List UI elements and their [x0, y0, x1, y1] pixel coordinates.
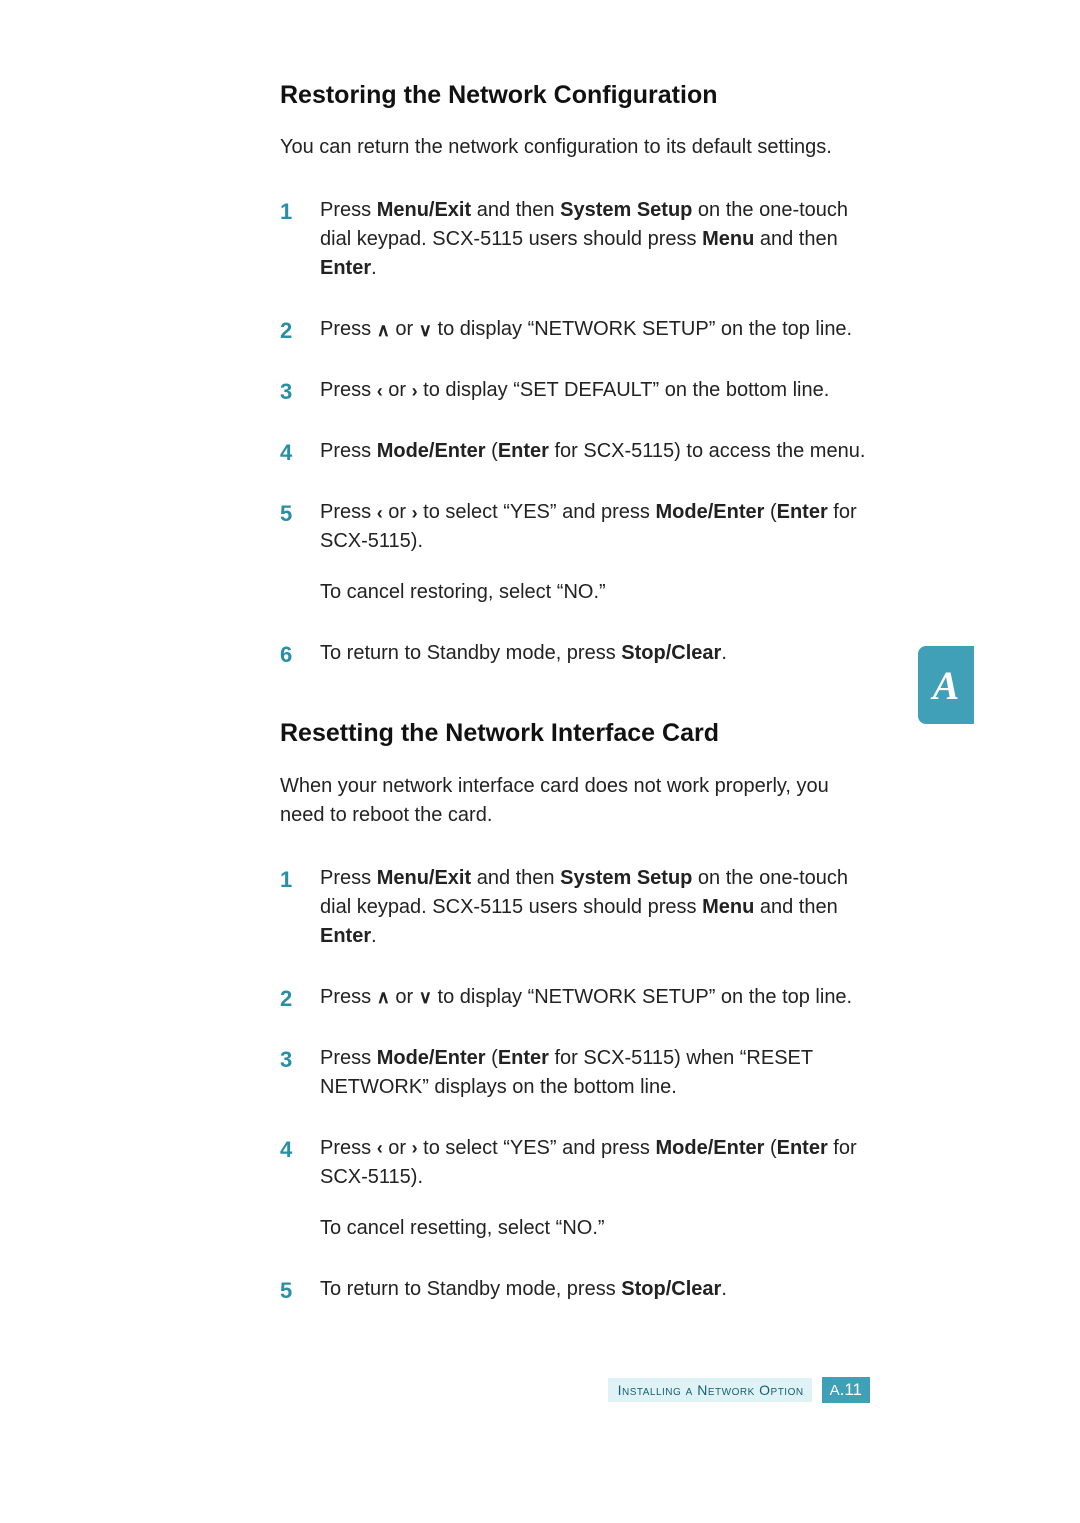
section1-steps: 1 Press Menu/Exit and then System Setup o…: [280, 196, 870, 668]
footer-title: Installing a Network Option: [608, 1378, 812, 1402]
step-number: 6: [280, 639, 292, 671]
step-number: 2: [280, 983, 292, 1015]
right-arrow-icon: ›: [412, 382, 418, 400]
bold-label: Enter: [498, 1047, 549, 1069]
step-text: Press Menu/Exit and then System Setup on…: [320, 867, 848, 947]
step-number: 3: [280, 1044, 292, 1076]
bold-label: System Setup: [560, 199, 692, 221]
up-arrow-icon: ∧: [377, 321, 390, 339]
page-number: 11: [844, 1380, 862, 1399]
step-number: 1: [280, 864, 292, 896]
step-item: 2 Press ∧ or ∨ to display “NETWORK SETUP”…: [280, 315, 870, 344]
left-arrow-icon: ‹: [377, 382, 383, 400]
section2-steps: 1 Press Menu/Exit and then System Setup o…: [280, 864, 870, 1304]
step-text: To return to Standby mode, press Stop/Cl…: [320, 1278, 727, 1300]
bold-label: Menu: [702, 228, 754, 250]
section2-heading: Resetting the Network Interface Card: [280, 718, 870, 749]
step-text: Press Mode/Enter (Enter for SCX-5115) wh…: [320, 1047, 813, 1098]
bold-label: System Setup: [560, 867, 692, 889]
step-number: 4: [280, 437, 292, 469]
step-number: 5: [280, 498, 292, 530]
down-arrow-icon: ∨: [419, 988, 432, 1006]
bold-label: Mode/Enter: [377, 440, 486, 462]
bold-label: Enter: [777, 501, 828, 523]
step-item: 3 Press Mode/Enter (Enter for SCX-5115) w…: [280, 1044, 870, 1102]
bold-label: Mode/Enter: [655, 501, 764, 523]
step-subtext: To cancel resetting, select “NO.”: [320, 1214, 870, 1243]
step-text: Press ‹ or › to select “YES” and press M…: [320, 501, 857, 552]
step-item: 4 Press Mode/Enter (Enter for SCX-5115) t…: [280, 437, 870, 466]
up-arrow-icon: ∧: [377, 988, 390, 1006]
appendix-tab: A: [918, 646, 974, 724]
bold-label: Menu/Exit: [377, 199, 471, 221]
step-item: 2 Press ∧ or ∨ to display “NETWORK SETUP”…: [280, 983, 870, 1012]
step-text: Press ‹ or › to display “SET DEFAULT” on…: [320, 379, 829, 401]
section1-intro: You can return the network configuration…: [280, 133, 870, 162]
bold-label: Stop/Clear: [621, 642, 721, 664]
step-item: 5 To return to Standby mode, press Stop/C…: [280, 1275, 870, 1304]
bold-label: Enter: [320, 257, 371, 279]
step-item: 4 Press ‹ or › to select “YES” and press …: [280, 1134, 870, 1243]
appendix-tab-label: A: [933, 662, 960, 709]
step-text: Press ∧ or ∨ to display “NETWORK SETUP” …: [320, 318, 852, 340]
bold-label: Mode/Enter: [377, 1047, 486, 1069]
right-arrow-icon: ›: [412, 504, 418, 522]
page-prefix: A: [830, 1382, 840, 1399]
bold-label: Enter: [777, 1137, 828, 1159]
step-text: To return to Standby mode, press Stop/Cl…: [320, 642, 727, 664]
section2-intro: When your network interface card does no…: [280, 772, 870, 830]
bold-label: Menu/Exit: [377, 867, 471, 889]
right-arrow-icon: ›: [412, 1139, 418, 1157]
step-item: 3 Press ‹ or › to display “SET DEFAULT” o…: [280, 376, 870, 405]
step-number: 5: [280, 1275, 292, 1307]
left-arrow-icon: ‹: [377, 1139, 383, 1157]
step-number: 3: [280, 376, 292, 408]
step-text: Press Mode/Enter (Enter for SCX-5115) to…: [320, 440, 865, 462]
step-text: Press ‹ or › to select “YES” and press M…: [320, 1137, 857, 1188]
bold-label: Enter: [498, 440, 549, 462]
page-footer: Installing a Network Option A.11: [608, 1377, 870, 1403]
step-text: Press ∧ or ∨ to display “NETWORK SETUP” …: [320, 986, 852, 1008]
step-item: 5 Press ‹ or › to select “YES” and press …: [280, 498, 870, 607]
step-number: 1: [280, 196, 292, 228]
down-arrow-icon: ∨: [419, 321, 432, 339]
bold-label: Mode/Enter: [655, 1137, 764, 1159]
step-item: 1 Press Menu/Exit and then System Setup o…: [280, 864, 870, 951]
step-subtext: To cancel restoring, select “NO.”: [320, 578, 870, 607]
page-number-badge: A.11: [822, 1377, 870, 1403]
step-number: 2: [280, 315, 292, 347]
bold-label: Enter: [320, 925, 371, 947]
step-number: 4: [280, 1134, 292, 1166]
left-arrow-icon: ‹: [377, 504, 383, 522]
bold-label: Menu: [702, 896, 754, 918]
step-item: 6 To return to Standby mode, press Stop/C…: [280, 639, 870, 668]
page: Restoring the Network Configuration You …: [0, 0, 1080, 1523]
bold-label: Stop/Clear: [621, 1278, 721, 1300]
step-item: 1 Press Menu/Exit and then System Setup o…: [280, 196, 870, 283]
step-text: Press Menu/Exit and then System Setup on…: [320, 199, 848, 279]
section1-heading: Restoring the Network Configuration: [280, 80, 870, 111]
